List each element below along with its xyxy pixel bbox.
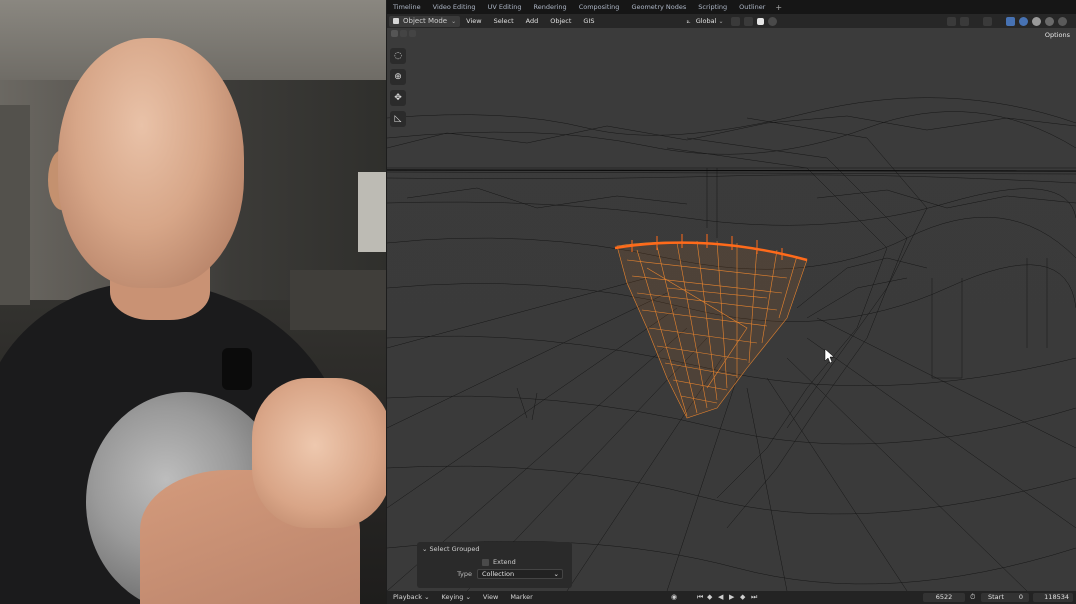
pivot-point-icon[interactable] (731, 16, 741, 26)
orientation-label: Global (695, 17, 717, 25)
start-label: Start (988, 593, 1004, 601)
tab-video-editing[interactable]: Video Editing (427, 0, 482, 14)
menu-playback[interactable]: Playback ⌄ (387, 591, 436, 604)
tab-compositing[interactable]: Compositing (573, 0, 626, 14)
chevron-down-icon: ⌄ (553, 570, 559, 578)
viewport-header: Object Mode ⌄ View Select Add Object GIS… (387, 14, 1076, 28)
timeline-bar: Playback ⌄ Keying ⌄ View Marker ◉ ⏮ ◆ ◀ … (387, 591, 1076, 604)
tab-timeline[interactable]: Timeline (387, 0, 427, 14)
start-value: 0 (1018, 593, 1023, 601)
chevron-down-icon: ⌄ (451, 17, 457, 25)
extend-row: Extend (417, 556, 572, 566)
clock-icon[interactable]: ⏱ (970, 593, 975, 602)
jump-end-icon[interactable]: ⏭ (751, 593, 757, 602)
overlay-icon[interactable] (983, 16, 993, 26)
select-extend-icon[interactable] (400, 30, 407, 37)
move-tool-icon[interactable]: ✥ (390, 90, 406, 106)
mode-label: Object Mode (403, 17, 448, 25)
tab-geometry-nodes[interactable]: Geometry Nodes (625, 0, 692, 14)
snap-icon[interactable] (744, 16, 754, 26)
end-frame-field[interactable]: 118534 (1033, 593, 1073, 602)
jump-keyframe-forward-icon[interactable]: ◆ (740, 593, 745, 602)
workspace-tabs-bar: Timeline Video Editing UV Editing Render… (387, 0, 1076, 14)
jump-start-icon[interactable]: ⏮ (697, 593, 703, 602)
menu-keying[interactable]: Keying ⌄ (436, 591, 477, 604)
snap-target-icon[interactable] (757, 17, 765, 25)
start-frame-field[interactable]: Start 0 (981, 593, 1029, 602)
horizon-edge (387, 169, 1076, 172)
mode-selector[interactable]: Object Mode ⌄ (389, 15, 461, 27)
tab-uv-editing[interactable]: UV Editing (482, 0, 528, 14)
object-mode-icon (393, 18, 399, 24)
menu-gis[interactable]: GIS (577, 14, 600, 28)
proportional-edit-icon[interactable] (768, 16, 778, 26)
type-label: Type (457, 570, 472, 578)
tab-outliner[interactable]: Outliner (733, 0, 771, 14)
redo-panel-select-grouped: ⌄ Select Grouped Extend Type Collection … (417, 542, 572, 588)
menu-add[interactable]: Add (520, 14, 545, 28)
type-value: Collection (482, 570, 515, 578)
play-icon[interactable]: ▶ (729, 593, 734, 602)
wireframe-scene (387, 97, 1076, 591)
person-head (58, 38, 244, 288)
tab-scripting[interactable]: Scripting (692, 0, 733, 14)
shading-solid-icon[interactable] (1032, 16, 1042, 26)
menu-timeline-view[interactable]: View (477, 591, 504, 604)
auto-keying-icon[interactable]: ◉ (671, 593, 677, 602)
redo-panel-title: Select Grouped (429, 545, 480, 553)
menu-select[interactable]: Select (488, 14, 520, 28)
type-dropdown[interactable]: Collection ⌄ (477, 569, 563, 579)
chevron-down-icon: ⌄ (422, 545, 430, 553)
extend-label: Extend (493, 558, 516, 566)
menu-marker[interactable]: Marker (504, 591, 538, 604)
lapel-microphone (222, 348, 252, 390)
orientation-icon: ⟀ (686, 16, 691, 25)
background-door (0, 105, 30, 305)
type-row: Type Collection ⌄ (417, 566, 572, 579)
cursor-tool-icon[interactable]: ⊕ (390, 69, 406, 85)
3d-viewport[interactable]: ◌ ⊕ ✥ ◺ Options ⌄ Select Grouped Extend … (387, 28, 1076, 591)
select-new-icon[interactable] (391, 30, 398, 37)
options-button[interactable]: Options (1045, 31, 1070, 39)
gizmo-icon[interactable] (960, 16, 970, 26)
jump-keyframe-back-icon[interactable]: ◆ (707, 593, 712, 602)
shading-wireframe-icon[interactable] (1019, 16, 1029, 26)
redo-panel-header[interactable]: ⌄ Select Grouped (417, 542, 572, 556)
webcam-overlay (0, 0, 386, 604)
visibility-icon[interactable] (947, 16, 957, 26)
background-counter (290, 270, 386, 330)
play-reverse-icon[interactable]: ◀ (718, 593, 723, 602)
chevron-down-icon: ⌄ (718, 17, 724, 25)
select-tool-icon[interactable]: ◌ (390, 48, 406, 64)
person-hands (252, 378, 386, 528)
shading-material-icon[interactable] (1045, 16, 1055, 26)
mouse-cursor-icon (824, 348, 835, 364)
xray-icon[interactable] (1006, 16, 1016, 26)
menu-object[interactable]: Object (544, 14, 577, 28)
background-window (358, 172, 386, 252)
current-frame-field[interactable]: 6522 (923, 593, 965, 602)
shading-rendered-icon[interactable] (1058, 16, 1068, 26)
extend-checkbox[interactable] (482, 558, 489, 566)
menu-view[interactable]: View (460, 14, 487, 28)
add-workspace-button[interactable]: + (771, 3, 786, 12)
tab-rendering[interactable]: Rendering (527, 0, 572, 14)
select-mode-buttons (390, 30, 417, 37)
measure-tool-icon[interactable]: ◺ (390, 111, 406, 127)
transform-orientation[interactable]: ⟀ Global ⌄ (687, 14, 724, 28)
select-subtract-icon[interactable] (409, 30, 416, 37)
